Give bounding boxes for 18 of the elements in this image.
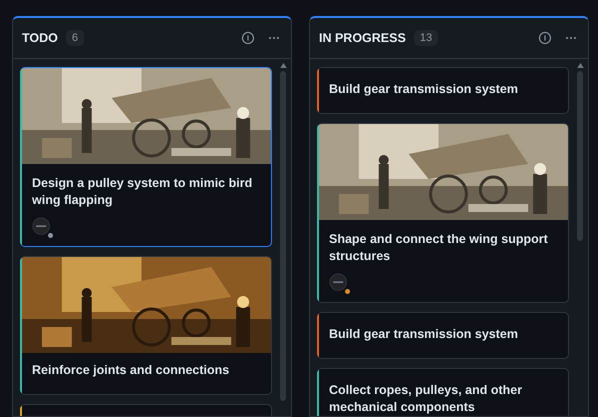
card-title[interactable]: Design a pulley system to mimic bird wing flapping <box>22 164 271 213</box>
scroll-up-arrow-icon[interactable] <box>280 63 286 68</box>
avatar <box>32 217 52 237</box>
task-card[interactable]: Shape and connect the wing support structures <box>317 123 569 303</box>
card-title[interactable]: Reinforce joints and connections <box>22 353 271 394</box>
task-card[interactable]: Design a pulley system to mimic bird wing flapping <box>20 67 272 247</box>
item-count-badge: 13 <box>414 30 438 46</box>
column-title: IN PROGRESS <box>319 31 406 45</box>
scrollbar-thumb[interactable] <box>577 71 583 241</box>
card-title[interactable]: Shape and connect the wing support structures <box>319 220 568 269</box>
scroll-up-arrow-icon[interactable] <box>576 63 584 68</box>
item-count-badge: 6 <box>66 30 84 46</box>
info-icon[interactable] <box>241 31 255 45</box>
task-card[interactable]: Reinforce joints and connections <box>20 256 272 395</box>
info-icon[interactable] <box>538 31 552 45</box>
column-title: TODO <box>22 31 58 45</box>
scrollbar-thumb[interactable] <box>280 71 286 401</box>
avatar <box>329 273 349 293</box>
